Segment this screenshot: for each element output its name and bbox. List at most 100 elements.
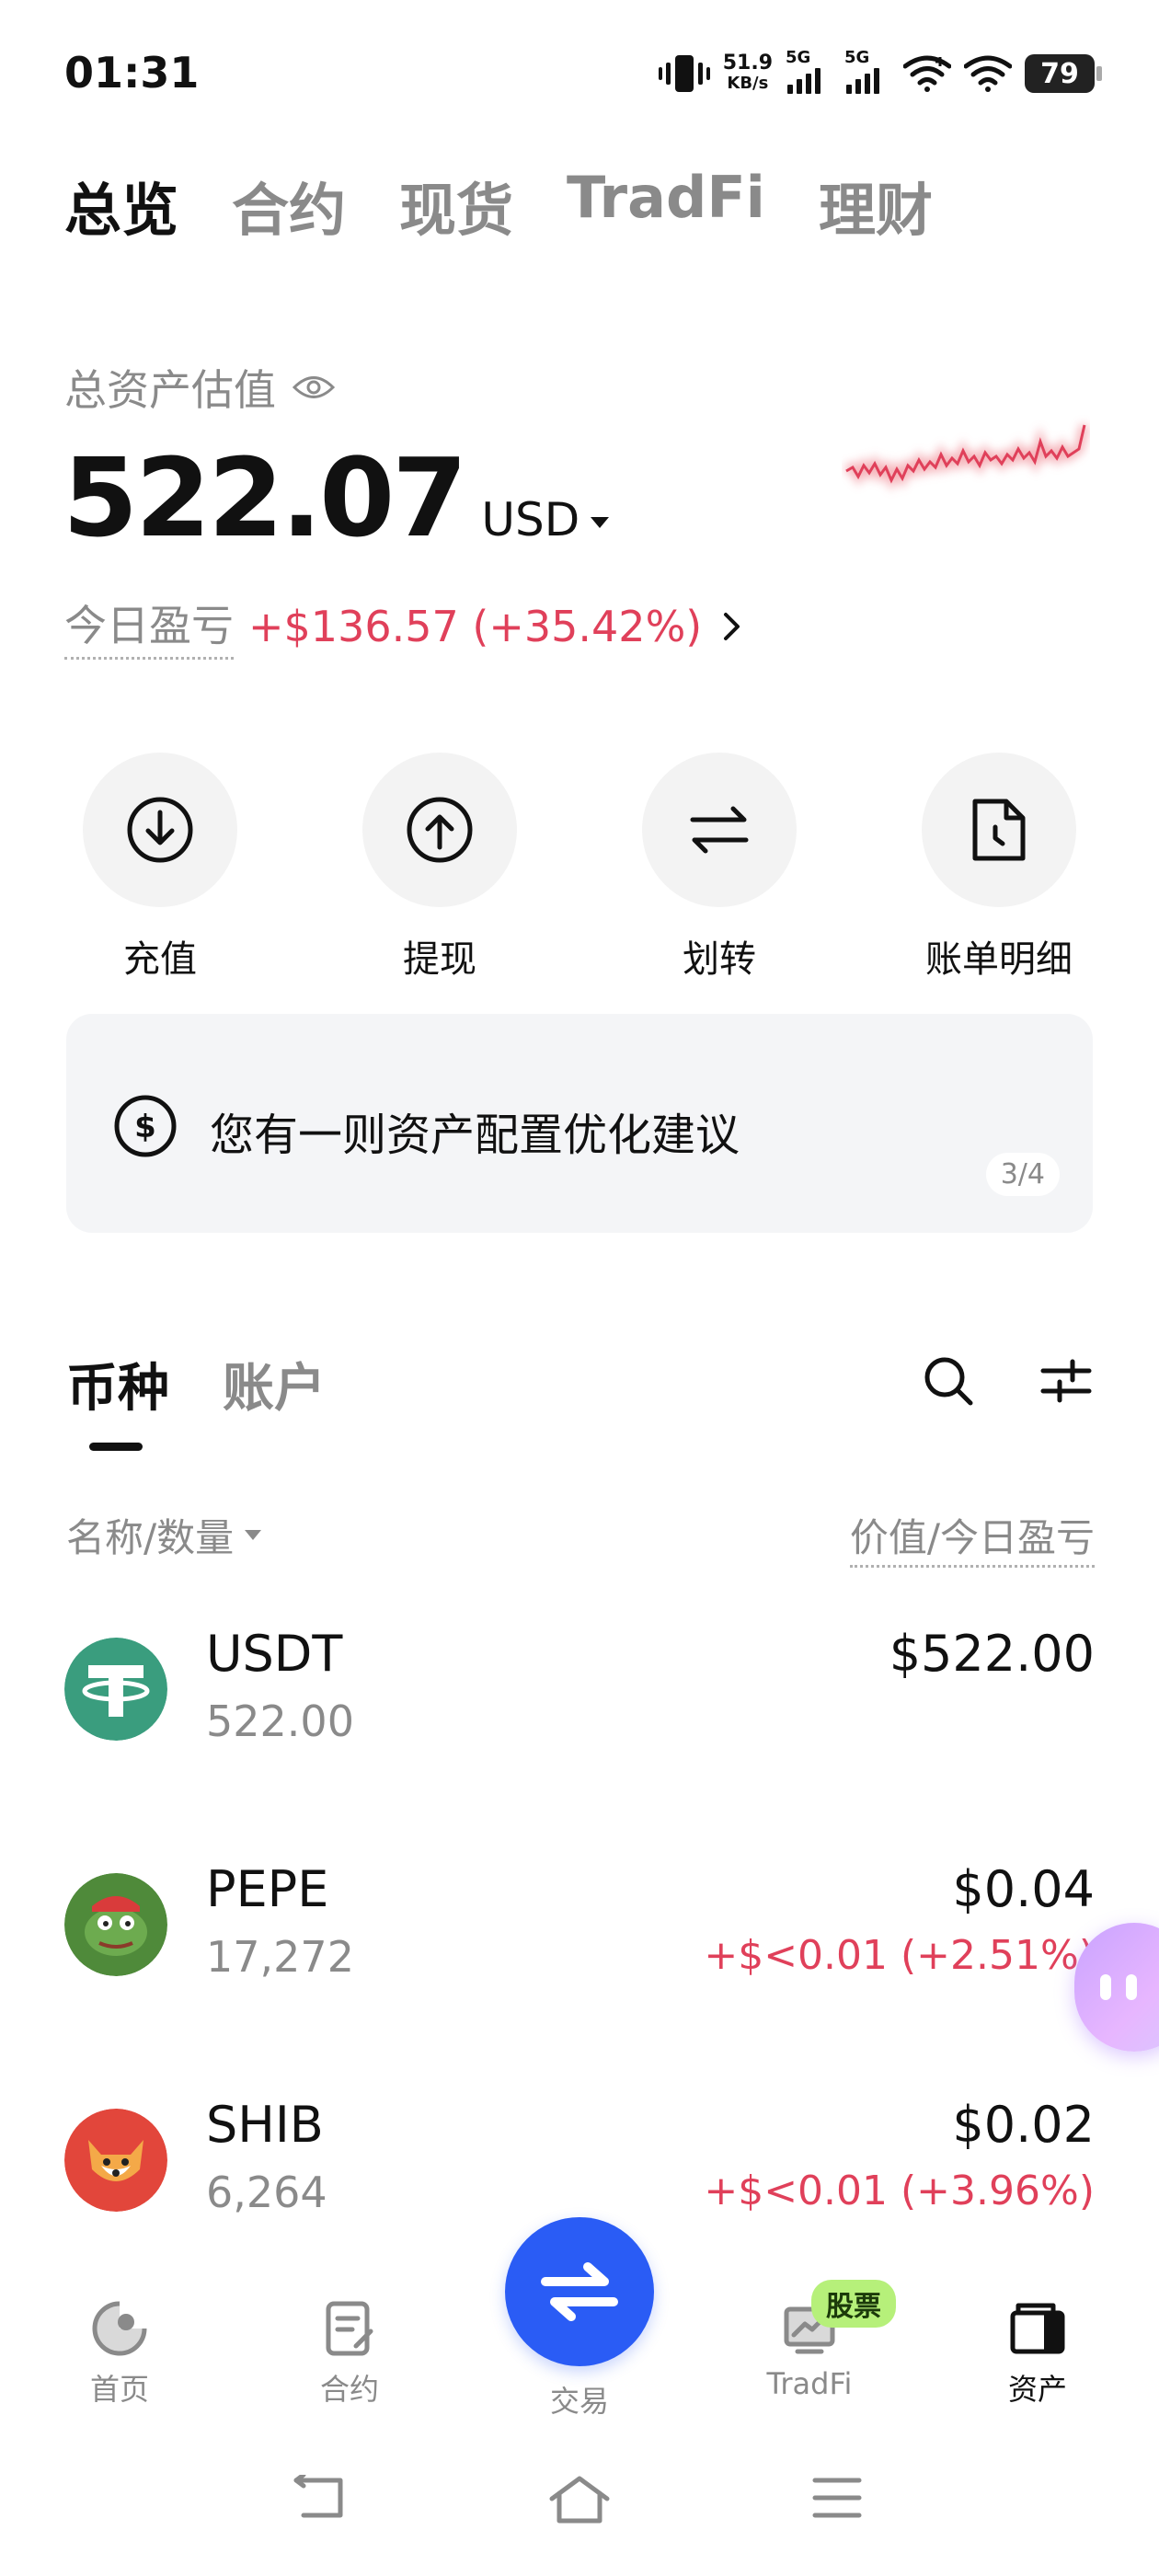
coin-value: $522.00	[889, 1625, 1095, 1683]
trade-icon	[541, 2262, 618, 2321]
list-tools	[922, 1354, 1093, 1408]
nav-home-label: 首页	[89, 2372, 149, 2407]
today-pnl-row[interactable]: 今日盈亏 +$136.57 (+35.42%)	[64, 592, 742, 660]
total-asset-label: 总资产估值	[64, 365, 276, 415]
coin-pnl: +$<0.01 (+2.51%)	[704, 1932, 1095, 1979]
coin-amount: 6,264	[206, 2168, 327, 2217]
status-icons: 51.9 KB/s 5G 5G 79	[658, 46, 1102, 101]
withdraw-button[interactable]: 提现	[329, 753, 550, 983]
caret-down-icon	[591, 517, 610, 528]
coin-amount: 522.00	[206, 1696, 354, 1746]
quick-actions: 充值 提现 划转 账单明细	[64, 753, 1095, 983]
coin-amount: 17,272	[206, 1932, 354, 1982]
nav-trade-label: 交易	[549, 2384, 609, 2419]
usdt-logo-icon	[64, 1638, 167, 1741]
transfer-label: 划转	[683, 938, 756, 981]
vibrate-icon	[658, 55, 710, 92]
contract-icon	[326, 2301, 373, 2356]
nav-contract[interactable]: 合约	[276, 2300, 423, 2409]
tab-accounts[interactable]: 账户	[223, 1347, 326, 1421]
net-speed-unit: KB/s	[727, 74, 769, 93]
chevron-right-icon[interactable]	[722, 611, 742, 642]
asset-list-tabs: 币种 账户	[66, 1347, 326, 1421]
withdraw-icon-wrap	[362, 753, 517, 907]
deposit-icon	[127, 797, 193, 863]
battery-icon: 79	[1025, 54, 1102, 93]
transfer-button[interactable]: 划转	[609, 753, 830, 983]
tab-contract[interactable]: 合约	[232, 164, 346, 247]
bill-button[interactable]: 账单明细	[889, 753, 1109, 983]
shib-logo-icon	[64, 2109, 167, 2212]
coin-name: USDT	[206, 1625, 343, 1683]
svg-text:$: $	[134, 1109, 156, 1145]
search-icon[interactable]	[922, 1354, 975, 1408]
tab-overview[interactable]: 总览	[64, 164, 178, 247]
today-pnl-label[interactable]: 今日盈亏	[64, 592, 234, 660]
nav-home[interactable]: 首页	[46, 2300, 193, 2409]
trade-button[interactable]	[505, 2217, 654, 2366]
pepe-logo-icon	[64, 1873, 167, 1976]
total-asset-value: 522.07	[63, 434, 467, 561]
sim2-tag: 5G	[844, 48, 870, 67]
deposit-icon-wrap	[83, 753, 237, 907]
back-icon[interactable]	[291, 2475, 351, 2521]
eye-icon[interactable]	[293, 374, 335, 401]
tab-earn[interactable]: 理财	[819, 164, 933, 247]
tab-tradfi[interactable]: TradFi	[567, 164, 765, 247]
home-button-icon[interactable]	[548, 2475, 611, 2524]
sort-name-qty[interactable]: 名称/数量	[66, 1507, 262, 1563]
name-qty-label: 名称/数量	[66, 1515, 235, 1560]
asset-sparkline[interactable]	[842, 414, 1090, 515]
transfer-icon	[690, 806, 749, 854]
menu-icon[interactable]	[811, 2475, 863, 2521]
total-asset-label-row: 总资产估值	[64, 357, 335, 418]
system-nav-bar	[0, 2447, 1159, 2576]
nav-assets-label: 资产	[1007, 2372, 1067, 2407]
home-icon	[92, 2301, 147, 2356]
status-bar: 01:31 51.9 KB/s 5G 5G 79	[0, 0, 1159, 147]
active-tab-indicator	[89, 1443, 143, 1451]
withdraw-icon	[407, 797, 473, 863]
sim1-tag: 5G	[786, 48, 811, 67]
wallet-icon	[1010, 2303, 1065, 2354]
advice-pager: 3/4	[985, 1153, 1060, 1196]
signal-icon-2: 5G	[844, 48, 890, 94]
nav-contract-label: 合约	[319, 2372, 379, 2407]
coin-row-usdt[interactable]: USDT 522.00 $522.00	[64, 1625, 1095, 1772]
tab-spot[interactable]: 现货	[399, 164, 513, 247]
tab-coins[interactable]: 币种	[66, 1347, 169, 1421]
deposit-label: 充值	[123, 938, 197, 981]
net-speed-value: 51.9	[722, 52, 773, 75]
withdraw-label: 提现	[403, 938, 476, 981]
coin-value: $0.02	[952, 2096, 1095, 2154]
bubble-eye-left	[1100, 1974, 1111, 2000]
stock-badge: 股票	[811, 2280, 896, 2328]
coin-name: SHIB	[206, 2096, 324, 2154]
caret-down-icon	[245, 1530, 262, 1540]
bill-icon-wrap	[922, 753, 1076, 907]
status-time: 01:31	[64, 48, 200, 98]
bill-icon	[972, 799, 1026, 861]
wifi-icon-2	[964, 55, 1012, 92]
value-pnl-label[interactable]: 价值/今日盈亏	[849, 1507, 1095, 1568]
coin-value: $0.04	[952, 1860, 1095, 1918]
currency-label: USD	[481, 493, 580, 546]
today-pnl-value: +$136.57 (+35.42%)	[248, 601, 703, 651]
currency-selector[interactable]: USD	[481, 493, 610, 546]
total-asset-value-row: 522.07 USD	[63, 434, 610, 561]
advice-card[interactable]: $ 您有一则资产配置优化建议 3/4	[66, 1014, 1093, 1233]
nav-assets[interactable]: 资产	[964, 2300, 1111, 2409]
advice-text: 您有一则资产配置优化建议	[210, 1110, 740, 1161]
bill-label: 账单明细	[925, 938, 1073, 981]
coin-pnl: +$<0.01 (+3.96%)	[704, 2168, 1095, 2214]
wifi-icon	[903, 55, 951, 92]
nav-tradfi-label: TradFi	[766, 2366, 853, 2401]
deposit-button[interactable]: 充值	[50, 753, 270, 983]
coin-row-pepe[interactable]: PEPE 17,272 $0.04 +$<0.01 (+2.51%)	[64, 1860, 1095, 2007]
coin-name: PEPE	[206, 1860, 329, 1918]
bubble-eye-right	[1126, 1974, 1137, 2000]
top-tabs: 总览 合约 现货 TradFi 理财	[64, 164, 933, 247]
transfer-icon-wrap	[642, 753, 797, 907]
filter-settings-icon[interactable]	[1039, 1354, 1093, 1408]
dollar-icon: $	[114, 1095, 177, 1157]
